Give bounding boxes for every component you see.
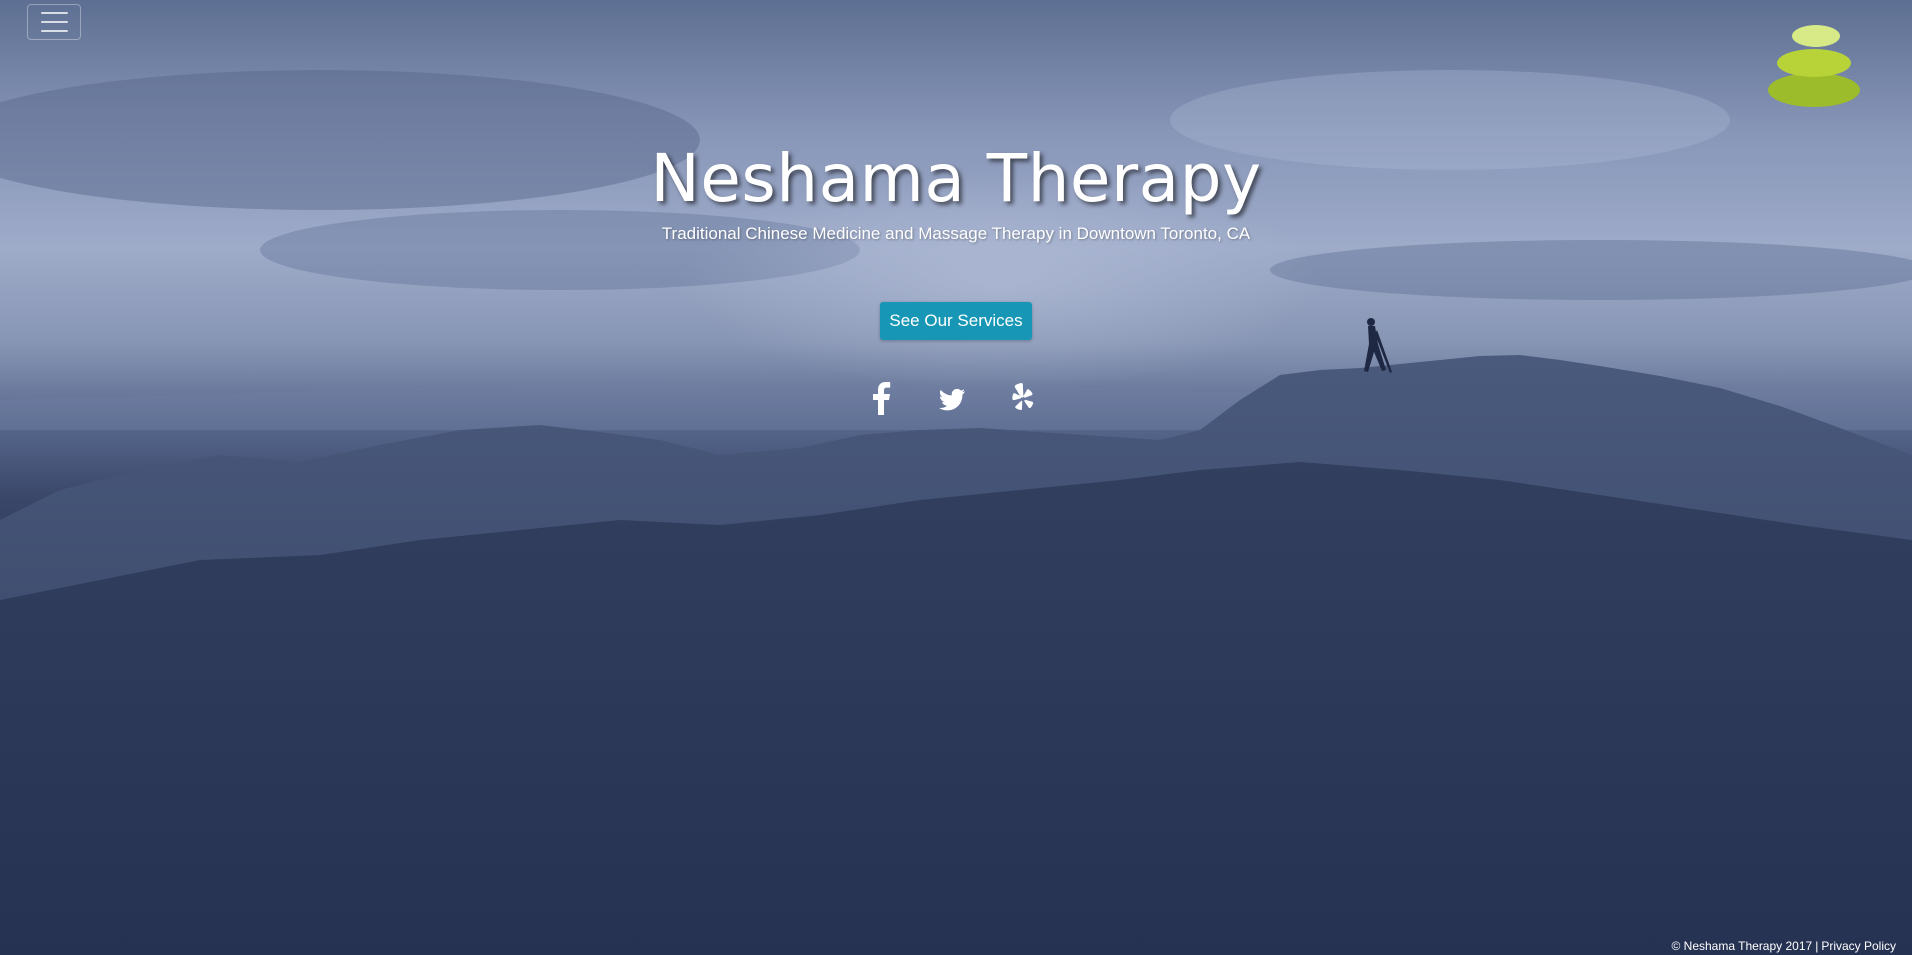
twitter-link[interactable] — [938, 381, 966, 415]
facebook-link[interactable] — [870, 381, 892, 415]
hamburger-icon — [40, 21, 68, 23]
see-our-services-button[interactable]: See Our Services — [880, 302, 1032, 340]
stacked-stones-logo[interactable] — [1765, 20, 1863, 110]
footer-separator: | — [1815, 939, 1819, 953]
menu-toggle-button[interactable] — [27, 4, 81, 40]
facebook-icon — [873, 382, 891, 415]
hero-section: Neshama Therapy Traditional Chinese Medi… — [0, 0, 1912, 955]
yelp-icon — [1012, 382, 1034, 411]
footer: © Neshama Therapy 2017 | Privacy Policy — [1671, 939, 1896, 953]
yelp-link[interactable] — [1010, 381, 1036, 415]
page-subtitle: Traditional Chinese Medicine and Massage… — [661, 224, 1251, 243]
hamburger-icon — [40, 30, 68, 32]
footer-copyright: © Neshama Therapy 2017 — [1671, 939, 1813, 953]
twitter-icon — [939, 388, 965, 411]
page-title: Neshama Therapy — [650, 140, 1262, 217]
hamburger-icon — [40, 12, 68, 14]
social-links — [860, 381, 1052, 415]
privacy-policy-link[interactable]: Privacy Policy — [1821, 939, 1896, 953]
